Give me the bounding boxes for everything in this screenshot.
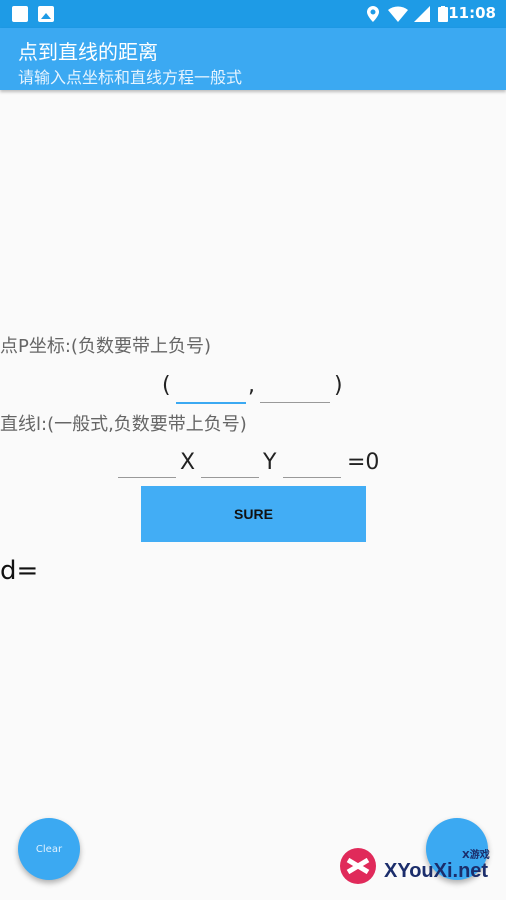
line-c-input[interactable] [283,453,341,478]
point-label: 点P坐标:(负数要带上负号) [0,336,211,357]
signal-icon [414,6,430,22]
image-notification-icon [38,6,54,22]
wifi-icon [388,6,408,22]
clock: 11:08 [448,4,496,22]
battery-icon [438,6,448,22]
x-symbol: X [180,450,196,475]
watermark-text: XYouXi.net [384,860,489,882]
equals-zero: =0 [347,450,380,475]
sure-button[interactable]: SURE [141,486,366,542]
point-x-input[interactable] [176,378,246,404]
notification-app-icon [12,6,28,22]
close-paren: ) [334,373,343,398]
y-symbol: Y [263,450,277,475]
open-paren: ( [162,373,171,398]
watermark-small-text: X游戏 [462,850,490,861]
line-label: 直线l:(一般式,负数要带上负号) [0,414,247,435]
page-title: 点到直线的距离 [18,40,158,64]
clear-button[interactable]: Clear [18,818,80,880]
app-bar: 点到直线的距离 请输入点坐标和直线方程一般式 [0,28,506,90]
location-icon [367,6,379,22]
watermark: XYouXi.net X游戏 [338,846,506,890]
status-bar: 11:08 [0,0,506,28]
page-subtitle: 请输入点坐标和直线方程一般式 [18,68,243,87]
line-b-input[interactable] [201,453,259,478]
gamepad-logo-icon [340,848,376,884]
point-y-input[interactable] [260,378,330,403]
distance-result: d= [0,556,39,586]
line-a-input[interactable] [118,453,176,478]
comma: , [248,373,255,398]
